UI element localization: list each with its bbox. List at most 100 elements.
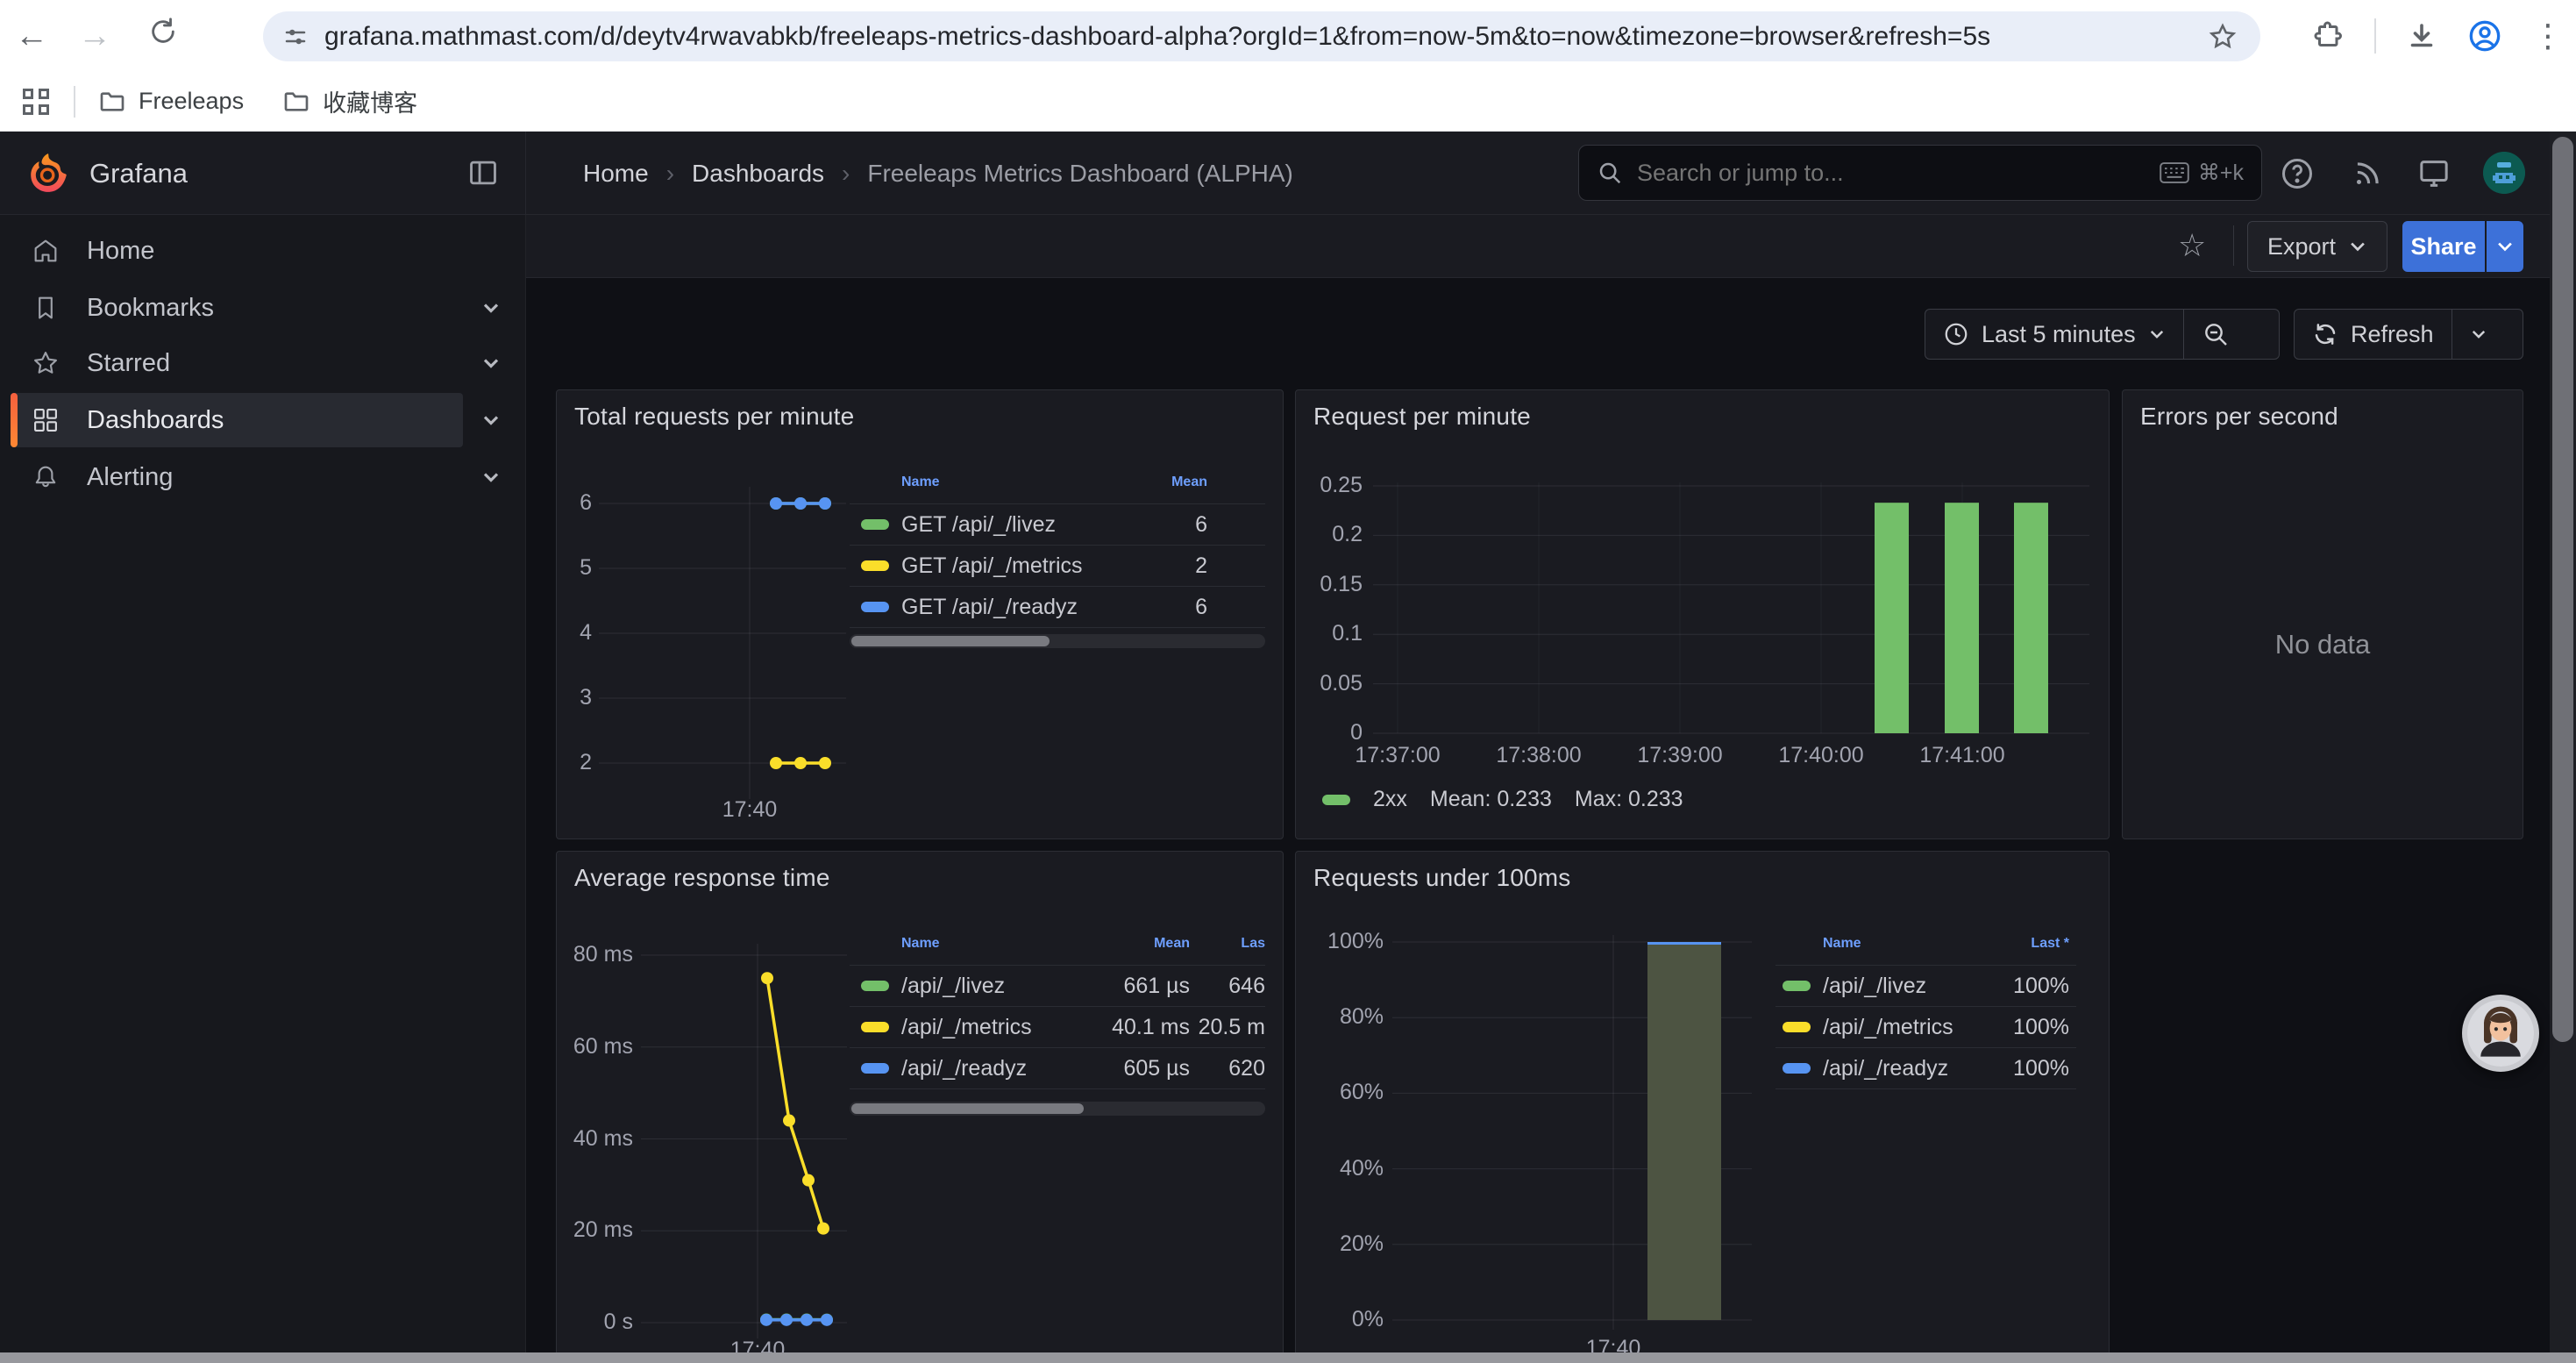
legend-header-last[interactable]: Last * <box>1973 936 2069 952</box>
series-name[interactable]: 2xx <box>1373 787 1407 812</box>
help-icon[interactable] <box>2276 153 2318 195</box>
series-chip-yellow[interactable] <box>1783 1022 1811 1032</box>
profile-icon[interactable] <box>2467 18 2502 54</box>
star-icon <box>31 348 60 378</box>
panel-title[interactable]: Errors per second <box>2140 403 2338 431</box>
series-chip-blue[interactable] <box>1783 1063 1811 1074</box>
bookmark-folder-freeleaps[interactable]: Freeleaps <box>98 88 244 116</box>
legend-scrollbar[interactable] <box>850 634 1265 648</box>
breadcrumb-dashboards[interactable]: Dashboards <box>692 160 824 188</box>
y-tick-label: 0.05 <box>1296 673 1363 695</box>
zoom-out-button[interactable] <box>2184 310 2247 359</box>
sidebar-item-home[interactable]: Home <box>0 224 526 278</box>
refresh-button[interactable]: Refresh <box>2295 310 2451 359</box>
series-chip-yellow[interactable] <box>861 1022 889 1032</box>
export-button[interactable]: Export <box>2247 221 2387 272</box>
refresh-interval-button[interactable] <box>2452 310 2505 359</box>
search-shortcut: ⌘+k <box>2160 160 2244 186</box>
user-avatar[interactable] <box>2483 152 2525 194</box>
bookmark-label: 收藏博客 <box>323 84 417 118</box>
series-chip-yellow[interactable] <box>861 560 889 571</box>
extensions-icon[interactable] <box>2313 20 2345 52</box>
bookmark-star-icon[interactable] <box>2208 22 2238 52</box>
address-bar[interactable]: grafana.mathmast.com/d/deytv4rwavabkb/fr… <box>263 11 2260 61</box>
reload-icon[interactable] <box>132 17 195 55</box>
series-name[interactable]: GET /api/_/livez <box>901 512 1102 538</box>
url-text[interactable]: grafana.mathmast.com/d/deytv4rwavabkb/fr… <box>324 22 2208 52</box>
chevron-down-icon <box>2348 237 2367 256</box>
assistant-avatar-floating[interactable] <box>2462 995 2539 1072</box>
series-name[interactable]: /api/_/readyz <box>1823 1056 1973 1081</box>
search-input[interactable] <box>1637 160 2160 187</box>
series-name[interactable]: /api/_/readyz <box>901 1056 1085 1081</box>
bookmark-folder-blogs[interactable]: 收藏博客 <box>282 84 417 118</box>
sidebar-item-link[interactable]: Dashboards <box>11 393 463 447</box>
series-name[interactable]: /api/_/metrics <box>1823 1015 1973 1040</box>
grafana-logo[interactable] <box>26 151 70 195</box>
window-bottom-edge <box>0 1352 2576 1363</box>
series-mean: 2 <box>1102 553 1207 579</box>
share-menu-button[interactable] <box>2485 221 2523 272</box>
page-scrollbar[interactable] <box>2550 132 2576 1363</box>
legend-header-last[interactable]: Las <box>1190 936 1265 952</box>
legend-header-mean[interactable]: Mean <box>1102 475 1207 490</box>
legend-header-mean[interactable]: Mean <box>1085 936 1190 952</box>
series-name[interactable]: /api/_/metrics <box>901 1015 1085 1040</box>
chevron-down-icon[interactable] <box>479 351 503 375</box>
sidebar-item-dashboards[interactable]: Dashboards <box>0 393 526 447</box>
sidebar-item-starred[interactable]: Starred <box>0 336 526 390</box>
share-button[interactable]: Share <box>2402 221 2485 272</box>
back-icon[interactable]: ← <box>0 18 63 55</box>
browser-menu-icon[interactable]: ⋮ <box>2532 18 2564 54</box>
favorite-star-icon[interactable]: ☆ <box>2178 227 2206 264</box>
news-rss-icon[interactable] <box>2346 153 2388 195</box>
series-chip-green[interactable] <box>861 519 889 530</box>
sidebar-item-link[interactable]: Starred <box>11 336 463 390</box>
home-icon <box>31 236 60 266</box>
time-range-picker[interactable]: Last 5 minutes <box>1925 310 2183 359</box>
sidebar-item-bookmarks[interactable]: Bookmarks <box>0 281 526 335</box>
chevron-down-icon[interactable] <box>479 296 503 320</box>
series-mean: 661 µs <box>1085 974 1190 999</box>
series-name[interactable]: GET /api/_/metrics <box>901 553 1102 579</box>
forward-icon[interactable]: → <box>63 18 126 55</box>
keyboard-icon <box>2160 161 2189 184</box>
series-name[interactable]: /api/_/livez <box>1823 974 1973 999</box>
series-chip-green[interactable] <box>861 981 889 991</box>
chevron-down-icon <box>2470 325 2487 343</box>
grafana-brand[interactable]: Grafana <box>89 158 188 189</box>
legend-header-name[interactable]: Name <box>901 475 1102 490</box>
chevron-down-icon[interactable] <box>479 465 503 489</box>
chevron-down-icon[interactable] <box>479 408 503 432</box>
monitor-icon[interactable] <box>2413 153 2455 195</box>
series-name[interactable]: GET /api/_/readyz <box>901 595 1102 620</box>
sidebar-toggle-icon[interactable] <box>466 156 500 189</box>
y-tick-label: 40% <box>1296 1158 1384 1180</box>
series-chip-green[interactable] <box>1322 795 1350 805</box>
scrollbar-thumb[interactable] <box>2552 137 2573 1042</box>
x-tick-label: 17:41:00 <box>1919 743 2004 768</box>
series-name[interactable]: /api/_/livez <box>901 974 1085 999</box>
y-tick-label: 4 <box>557 622 592 644</box>
download-icon[interactable] <box>2406 20 2437 52</box>
series-mean: 6 <box>1102 595 1207 620</box>
sidebar-item-alerting[interactable]: Alerting <box>0 450 526 504</box>
legend-header-name[interactable]: Name <box>901 936 1085 952</box>
apps-grid-icon[interactable] <box>23 89 49 115</box>
sidebar-item-link[interactable]: Bookmarks <box>11 281 463 335</box>
series-chip-blue[interactable] <box>861 1063 889 1074</box>
panel-request-per-minute: Request per minute 2xx Mean: 0.233 Max: … <box>1295 389 2110 839</box>
y-tick-label: 0.15 <box>1296 574 1363 596</box>
request-per-minute-plot[interactable] <box>1296 390 2110 840</box>
legend-header-name[interactable]: Name <box>1823 936 1973 952</box>
sidebar-item-link[interactable]: Home <box>11 224 463 278</box>
series-chip-green[interactable] <box>1783 981 1811 991</box>
site-settings-icon[interactable] <box>282 24 309 50</box>
legend-scrollbar[interactable] <box>850 1102 1265 1116</box>
sidebar-item-link[interactable]: Alerting <box>11 450 463 504</box>
search-box[interactable]: ⌘+k <box>1578 145 2262 201</box>
breadcrumb-home[interactable]: Home <box>583 160 649 188</box>
series-chip-blue[interactable] <box>861 602 889 612</box>
y-tick-label: 0 s <box>557 1311 633 1333</box>
sidebar-item-label: Starred <box>87 349 170 378</box>
